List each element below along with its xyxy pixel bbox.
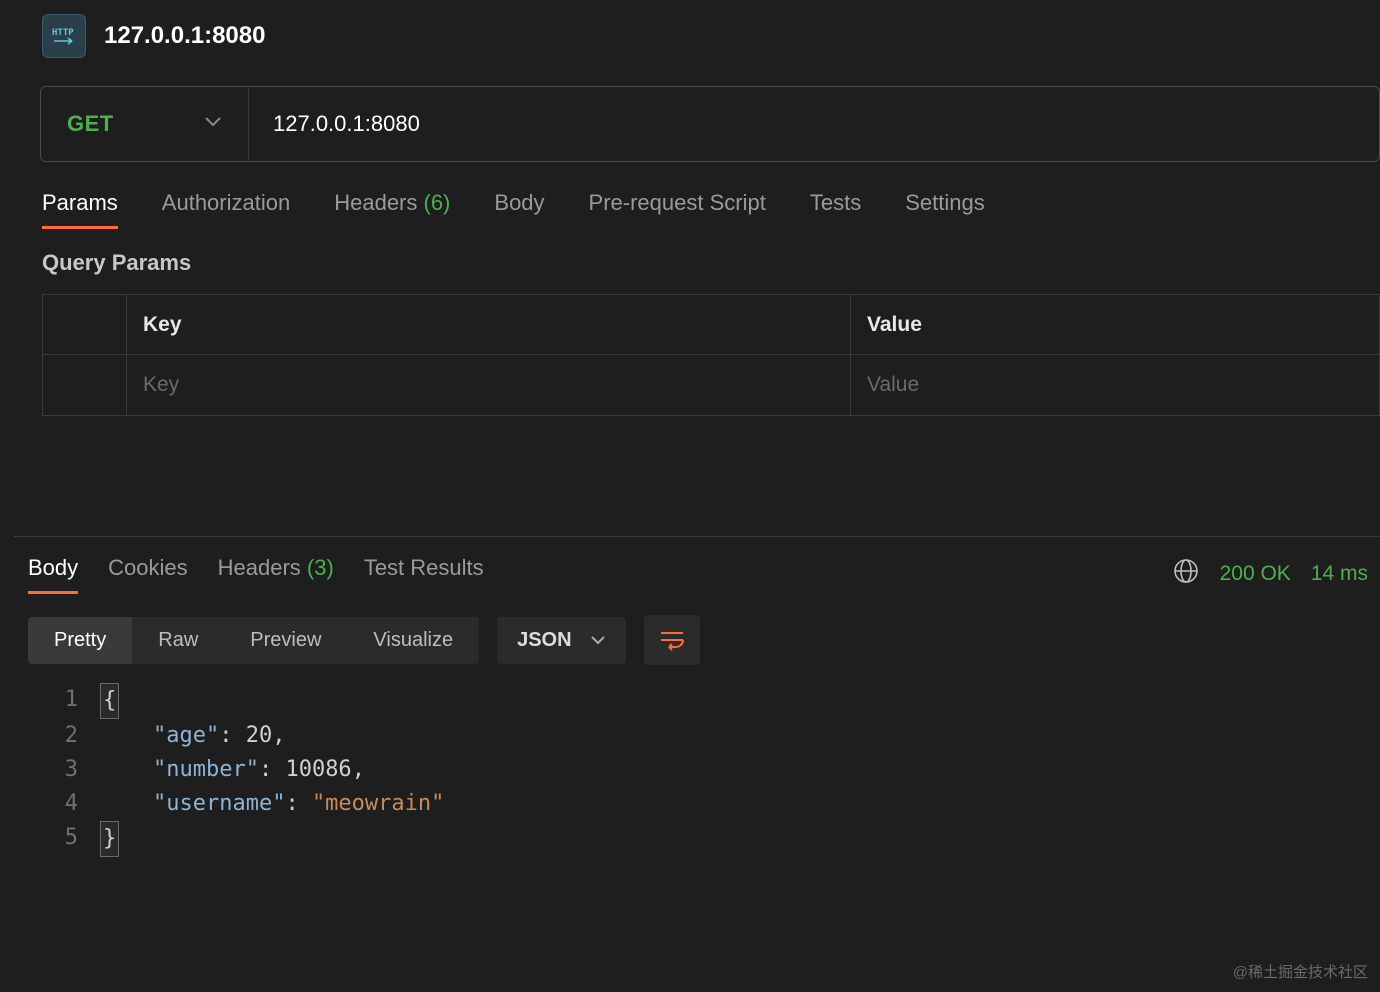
- json-value: "meowrain": [312, 791, 444, 816]
- json-key: "number": [153, 757, 259, 782]
- resp-tab-headers-count: (3): [307, 555, 334, 580]
- request-title: 127.0.0.1:8080: [104, 22, 265, 50]
- format-select[interactable]: JSON: [497, 617, 625, 664]
- brace-close: }: [100, 821, 119, 857]
- chevron-down-icon: [590, 629, 606, 652]
- param-key-input[interactable]: [143, 373, 834, 397]
- tab-headers[interactable]: Headers (6): [334, 190, 450, 228]
- line-number: 5: [46, 821, 100, 857]
- resp-tab-body[interactable]: Body: [28, 555, 78, 593]
- url-input[interactable]: [249, 87, 1379, 161]
- table-header-key: Key: [127, 295, 851, 354]
- tab-tests[interactable]: Tests: [810, 190, 861, 228]
- view-visualize[interactable]: Visualize: [347, 617, 479, 664]
- query-params-table: Key Value: [42, 294, 1380, 416]
- line-number: 4: [46, 787, 100, 821]
- view-pretty[interactable]: Pretty: [28, 617, 132, 664]
- brace-open: {: [100, 683, 119, 719]
- http-method-label: GET: [67, 111, 114, 137]
- status-area: 200 OK 14 ms: [1172, 557, 1368, 591]
- tab-headers-label: Headers: [334, 190, 417, 215]
- table-header-value: Value: [851, 295, 1379, 354]
- format-label: JSON: [517, 629, 571, 652]
- resp-tab-cookies[interactable]: Cookies: [108, 555, 187, 593]
- globe-icon[interactable]: [1172, 557, 1200, 591]
- wrap-lines-button[interactable]: [644, 615, 700, 665]
- resp-tab-headers-label: Headers: [218, 555, 301, 580]
- tab-settings[interactable]: Settings: [905, 190, 985, 228]
- tab-params[interactable]: Params: [42, 190, 118, 228]
- status-time: 14 ms: [1311, 562, 1368, 586]
- chevron-down-icon: [204, 115, 222, 133]
- json-value: 10086: [285, 757, 351, 782]
- param-value-input[interactable]: [867, 373, 1363, 397]
- view-raw[interactable]: Raw: [132, 617, 224, 664]
- json-key: "age": [153, 723, 219, 748]
- line-number: 3: [46, 753, 100, 787]
- line-number: 2: [46, 719, 100, 753]
- line-number: 1: [46, 683, 100, 719]
- response-body-view[interactable]: 1{ 2 "age": 20, 3 "number": 10086, 4 "us…: [28, 683, 1380, 857]
- request-tabs: Params Authorization Headers (6) Body Pr…: [14, 162, 1380, 228]
- http-icon: HTTP: [42, 14, 86, 58]
- table-row: [43, 355, 1379, 415]
- row-checkbox[interactable]: [43, 355, 127, 415]
- resp-tab-headers[interactable]: Headers (3): [218, 555, 334, 593]
- table-header-checkbox: [43, 295, 127, 354]
- watermark: @稀土掘金技术社区: [1233, 961, 1368, 982]
- json-key: "username": [153, 791, 285, 816]
- status-code: 200 OK: [1220, 562, 1291, 586]
- request-url-bar: GET: [40, 86, 1380, 162]
- view-mode-group: Pretty Raw Preview Visualize: [28, 617, 479, 664]
- response-tabs: Body Cookies Headers (3) Test Results: [28, 555, 484, 593]
- query-params-title: Query Params: [14, 228, 1380, 294]
- tab-prerequest[interactable]: Pre-request Script: [589, 190, 766, 228]
- response-panel: Body Cookies Headers (3) Test Results 20…: [14, 536, 1380, 992]
- tab-body[interactable]: Body: [494, 190, 544, 228]
- http-method-select[interactable]: GET: [41, 87, 249, 161]
- request-title-bar: HTTP 127.0.0.1:8080: [14, 0, 1380, 86]
- view-preview[interactable]: Preview: [224, 617, 347, 664]
- tab-authorization[interactable]: Authorization: [162, 190, 290, 228]
- tab-headers-count: (6): [424, 190, 451, 215]
- json-value: 20: [246, 723, 273, 748]
- resp-tab-test-results[interactable]: Test Results: [364, 555, 484, 593]
- table-header-row: Key Value: [43, 295, 1379, 355]
